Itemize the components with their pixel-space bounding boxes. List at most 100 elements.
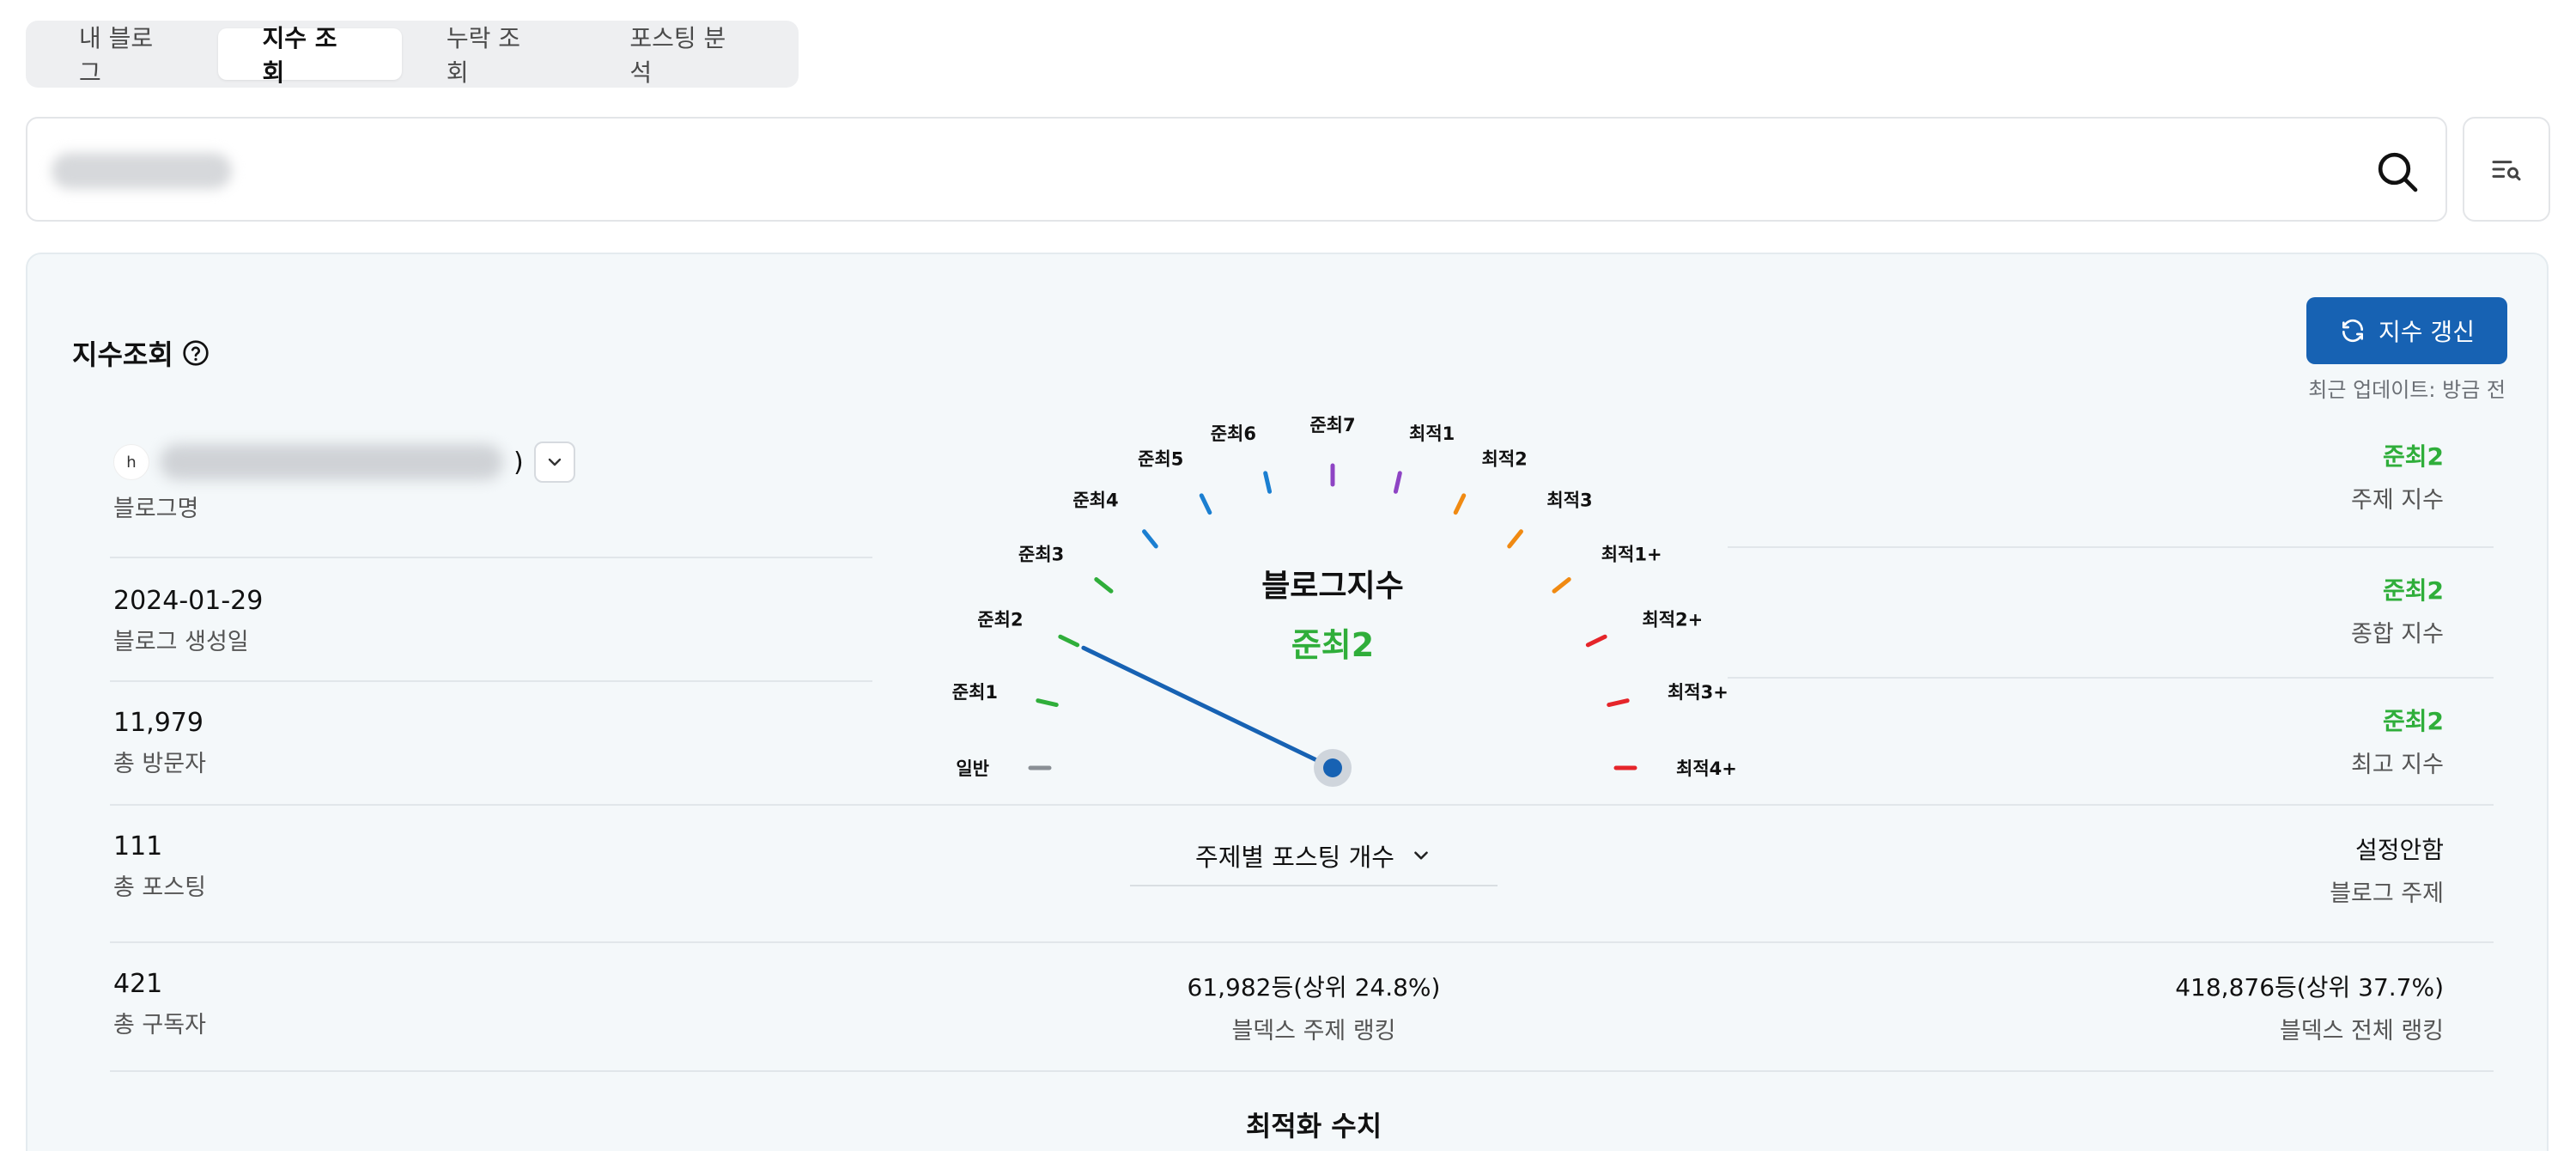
total-rank-label: 블덱스 전체 랭킹 xyxy=(2279,1018,2444,1044)
gauge-tick-label: 준최3 xyxy=(1018,545,1064,565)
divider xyxy=(1728,677,2494,679)
subscribers-row: 421 총 구독자 xyxy=(113,969,872,1039)
total-rank-row: 418,876등(상위 37.7%) 블덱스 전체 랭킹 xyxy=(2175,969,2444,1045)
visitors-row: 11,979 총 방문자 xyxy=(113,708,872,778)
divider xyxy=(1728,546,2494,548)
gauge-tick xyxy=(1552,577,1571,594)
gauge-tick xyxy=(1094,577,1114,594)
gauge-tick-label: 최적3 xyxy=(1546,490,1592,510)
total-index-label: 종합 지수 xyxy=(2351,621,2444,648)
help-icon[interactable] xyxy=(182,339,210,367)
refresh-icon xyxy=(2342,319,2364,343)
gauge-tick xyxy=(1585,634,1607,648)
max-index-value: 준최2 xyxy=(2382,707,2444,735)
gauge-tick xyxy=(1199,493,1212,515)
search-filter-button[interactable] xyxy=(2463,117,2550,222)
panel-title: 지수조회 xyxy=(72,333,210,373)
gauge-tick xyxy=(1263,471,1273,494)
gauge-tick xyxy=(1453,493,1467,515)
topic-posting-count-dropdown[interactable]: 주제별 포스팅 개수 xyxy=(1130,826,1498,886)
index-panel: 지수조회 지수 갱신 최근 업데이트: 방금 전 h ) 블로그명 2024-0… xyxy=(26,253,2549,1151)
divider xyxy=(110,1070,2494,1072)
gauge-tick-label: 준최4 xyxy=(1072,490,1118,510)
gauge-tick-label: 일반 xyxy=(956,758,989,779)
topic-rank-row: 61,982등(상위 24.8%) 블덱스 주제 랭킹 xyxy=(1056,969,1571,1045)
search-icon[interactable] xyxy=(2373,148,2421,196)
total-rank-value: 418,876등(상위 37.7%) xyxy=(2175,973,2444,1002)
gauge-tick-label: 최적1 xyxy=(1409,423,1455,444)
gauge-needle xyxy=(1081,645,1335,770)
subscribers-value: 421 xyxy=(113,969,163,999)
topic-rank-label: 블덱스 주제 랭킹 xyxy=(1231,1018,1396,1044)
update-label: 최근 업데이트: xyxy=(2308,378,2436,402)
gauge-tick xyxy=(1607,698,1630,708)
last-update: 최근 업데이트: 방금 전 xyxy=(2308,373,2506,403)
gauge-tick xyxy=(1507,529,1523,549)
visitors-value: 11,979 xyxy=(113,708,204,738)
panel-title-text: 지수조회 xyxy=(72,338,173,371)
gauge-tick xyxy=(1036,698,1059,708)
gauge-tick xyxy=(1142,529,1158,549)
blog-name-blurred xyxy=(160,444,503,480)
blog-name-suffix: ) xyxy=(513,447,524,478)
chevron-down-icon xyxy=(548,458,561,466)
gauge-tick xyxy=(1058,634,1080,648)
blog-index-gauge: 일반 준최1 준최2 준최3 준최4 준최5 준최6 준최7 최적1 최적2 최적3 최적1+ 최적2+… xyxy=(952,415,1737,787)
blog-topic-label: 블로그 주제 xyxy=(2330,880,2444,907)
gauge-tick-label: 최적2+ xyxy=(1642,609,1703,630)
created-label: 블로그 생성일 xyxy=(113,629,249,655)
blog-topic-row: 설정안함 블로그 주제 xyxy=(2330,831,2444,908)
chevron-down-icon xyxy=(1414,851,1428,860)
tab-my-blog[interactable]: 내 블로그 xyxy=(34,24,218,87)
gauge-tick-label: 최적2 xyxy=(1482,449,1528,470)
posts-row: 111 총 포스팅 xyxy=(113,831,872,902)
tab-bar: 내 블로그 지수 조회 누락 조회 포스팅 분석 xyxy=(26,21,799,88)
blog-topic-value: 설정안함 xyxy=(2354,836,2444,864)
gauge-tick-label: 최적1+ xyxy=(1601,545,1662,565)
gauge-tick-label: 준최2 xyxy=(977,609,1023,630)
gauge-tick-label: 준최6 xyxy=(1211,423,1256,444)
list-search-icon xyxy=(2492,161,2521,181)
blog-name-row: h ) 블로그명 xyxy=(113,442,872,523)
blog-name-label: 블로그명 xyxy=(113,496,199,522)
gauge-tick-label: 준최5 xyxy=(1138,449,1183,470)
topic-posting-count-label: 주제별 포스팅 개수 xyxy=(1195,843,1394,872)
topic-index-label: 주제 지수 xyxy=(2351,487,2444,514)
divider xyxy=(110,804,2494,806)
divider xyxy=(110,557,872,558)
total-index-value: 준최2 xyxy=(2382,576,2444,605)
tab-index-lookup[interactable]: 지수 조회 xyxy=(217,24,402,87)
subscribers-label: 총 구독자 xyxy=(113,1012,206,1038)
posts-label: 총 포스팅 xyxy=(113,874,206,901)
update-value: 방금 전 xyxy=(2442,378,2506,402)
tab-posting-analysis[interactable]: 포스팅 분석 xyxy=(585,24,790,87)
gauge-tick-label: 준최7 xyxy=(1309,415,1355,435)
max-index-label: 최고 지수 xyxy=(2351,752,2444,778)
optimization-section-title: 최적화 수치 xyxy=(1245,1110,1382,1142)
topic-index-row: 준최2 주제 지수 xyxy=(2351,438,2444,515)
search-input[interactable] xyxy=(53,144,2320,196)
gauge-title: 블로그지수 xyxy=(1261,569,1404,604)
tab-missing-lookup[interactable]: 누락 조회 xyxy=(402,24,586,87)
divider xyxy=(110,941,2494,943)
gauge-tick-label: 최적3+ xyxy=(1668,682,1728,703)
search-box xyxy=(26,117,2447,222)
gauge-tick-label: 최적4+ xyxy=(1676,758,1737,779)
refresh-label: 지수 갱신 xyxy=(2379,318,2475,346)
divider xyxy=(110,680,872,682)
refresh-index-button[interactable]: 지수 갱신 xyxy=(2306,297,2507,364)
gauge-tick xyxy=(1393,471,1402,494)
topic-index-value: 준최2 xyxy=(2382,442,2444,471)
gauge-hub-center xyxy=(1323,758,1342,777)
total-index-row: 준최2 종합 지수 xyxy=(2351,572,2444,649)
gauge-value: 준최2 xyxy=(1291,626,1374,664)
topic-rank-value: 61,982등(상위 24.8%) xyxy=(1187,973,1441,1002)
posts-value: 111 xyxy=(113,831,163,862)
created-row: 2024-01-29 블로그 생성일 xyxy=(113,586,872,656)
gauge-tick-label: 준최1 xyxy=(952,682,998,703)
created-value: 2024-01-29 xyxy=(113,586,264,616)
blog-select-dropdown[interactable] xyxy=(533,442,575,483)
visitors-label: 총 방문자 xyxy=(113,751,206,777)
avatar: h xyxy=(113,444,149,480)
max-index-row: 준최2 최고 지수 xyxy=(2351,703,2444,779)
